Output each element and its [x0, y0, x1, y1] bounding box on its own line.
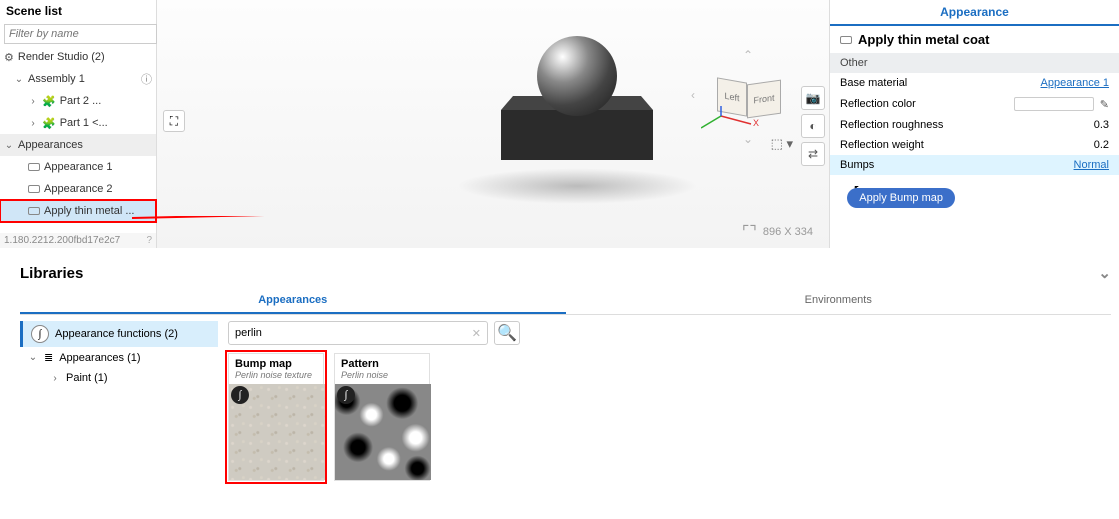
card-bump-map[interactable]: Bump map Perlin noise texture ∫ [228, 353, 324, 481]
tree-appearances-header[interactable]: ⌄Appearances [0, 134, 156, 156]
chevron-down-icon: ⌄ [4, 140, 14, 151]
focus-icon[interactable]: ⛶ [163, 110, 185, 132]
version-footer: 1.180.2212.200fbd17e2c7? [0, 233, 156, 248]
tree-part-1[interactable]: ›🧩Part 2 ... [0, 90, 156, 112]
render-sphere [537, 36, 617, 116]
tree-apply-thin-metal[interactable]: Apply thin metal ... [0, 200, 156, 222]
appearance-icon [28, 207, 40, 215]
card-pattern[interactable]: Pattern Perlin noise ∫ [334, 353, 430, 481]
pattern-thumbnail: ∫ [335, 384, 431, 480]
arrow-left-icon[interactable]: ‹ [691, 88, 695, 102]
scene-filter-input[interactable] [4, 24, 157, 44]
material-icon[interactable]: ◐ [801, 114, 825, 138]
bump-map-thumbnail: ∫ [229, 384, 325, 480]
function-icon: ∫ [231, 386, 249, 404]
info-icon: ⓘ [141, 71, 152, 87]
properties-panel: Appearance Apply thin metal coat Other B… [829, 0, 1119, 248]
tree-root[interactable]: ⚙Render Studio (2) [0, 46, 156, 68]
properties-title: Apply thin metal coat [830, 26, 1119, 53]
swap-icon[interactable]: ⇄ [801, 142, 825, 166]
axes-gizmo: X Y Z [701, 106, 761, 146]
libraries-sidebar: ∫Appearance functions (2) ⌄≣Appearances … [20, 315, 218, 487]
sidebar-appearance-functions[interactable]: ∫Appearance functions (2) [20, 321, 218, 347]
tree-assembly[interactable]: ⌄Assembly 1ⓘ [0, 68, 156, 90]
scene-list-panel: Scene list ⚙Render Studio (2) ⌄Assembly … [0, 0, 157, 248]
prop-reflection-color: Reflection color ✎ [830, 93, 1119, 115]
prop-reflection-weight[interactable]: Reflection weight 0.2 [830, 135, 1119, 155]
tab-appearance[interactable]: Appearance [830, 0, 1119, 26]
appearance-icon [840, 36, 852, 44]
sidebar-paint[interactable]: ›Paint (1) [20, 368, 218, 388]
search-button[interactable]: 🔍 [494, 321, 520, 345]
sidebar-appearances[interactable]: ⌄≣Appearances (1) [20, 347, 218, 368]
cube-dropdown[interactable]: ⬚ ▾ [771, 136, 793, 152]
viewport-dimensions: ⌜⌝896 X 334 [742, 222, 813, 242]
edit-icon[interactable]: ✎ [1100, 98, 1109, 111]
search-icon: 🔍 [497, 323, 517, 343]
prop-reflection-roughness[interactable]: Reflection roughness 0.3 [830, 115, 1119, 135]
chevron-right-icon: › [28, 96, 38, 107]
tree-appearance-1[interactable]: Appearance 1 [0, 156, 156, 178]
tree-part-2[interactable]: ›🧩Part 1 <... [0, 112, 156, 134]
clear-icon[interactable]: ✕ [472, 327, 481, 340]
svg-text:X: X [753, 118, 759, 128]
function-icon: ∫ [337, 386, 355, 404]
library-search-input[interactable]: perlin✕ [228, 321, 488, 345]
base-material-link[interactable]: Appearance 1 [1041, 77, 1110, 89]
prop-bumps[interactable]: Bumps Normal [830, 155, 1119, 175]
function-icon: ∫ [31, 325, 49, 343]
gear-icon: ⚙ [4, 51, 14, 64]
render-shadow [457, 168, 697, 204]
viewport-3d[interactable]: ⛶ ⌃ ‹ › ⌄ Left Front X Y Z ⬚ ▾ 📷 ◐ ⇄ ⌜⌝8… [157, 0, 829, 248]
arrow-up-icon[interactable]: ⌃ [743, 48, 753, 62]
libraries-title: Libraries [20, 265, 83, 282]
scene-tree: ⚙Render Studio (2) ⌄Assembly 1ⓘ ›🧩Part 2… [0, 46, 156, 222]
appearance-icon [28, 185, 40, 193]
tooltip-apply-bump-map: Apply Bump map [847, 188, 955, 208]
chevron-right-icon: › [28, 118, 38, 129]
chevron-down-icon: ⌄ [28, 352, 38, 363]
camera-icon[interactable]: 📷 [801, 86, 825, 110]
scene-list-title: Scene list [0, 0, 156, 22]
render-pedestal [501, 110, 653, 160]
color-swatch[interactable] [1014, 97, 1094, 111]
part-icon: 🧩 [42, 117, 56, 130]
section-other[interactable]: Other [830, 53, 1119, 73]
help-icon[interactable]: ? [146, 235, 152, 246]
chevron-down-icon: ⌄ [14, 74, 24, 85]
tree-appearance-2[interactable]: Appearance 2 [0, 178, 156, 200]
tab-lib-appearances[interactable]: Appearances [20, 288, 566, 314]
view-cube[interactable]: ⌃ ‹ › ⌄ Left Front X Y Z [709, 60, 789, 130]
libraries-panel: Libraries ⌄ Appearances Environments ∫App… [20, 258, 1111, 487]
stack-icon: ≣ [44, 351, 53, 364]
chevron-down-icon[interactable]: ⌄ [1098, 264, 1111, 282]
prop-base-material: Base material Appearance 1 [830, 73, 1119, 93]
appearance-icon [28, 163, 40, 171]
chevron-right-icon: › [50, 373, 60, 384]
bumps-link[interactable]: Normal [1074, 159, 1109, 171]
tab-lib-environments[interactable]: Environments [566, 288, 1112, 314]
part-icon: 🧩 [42, 95, 56, 108]
